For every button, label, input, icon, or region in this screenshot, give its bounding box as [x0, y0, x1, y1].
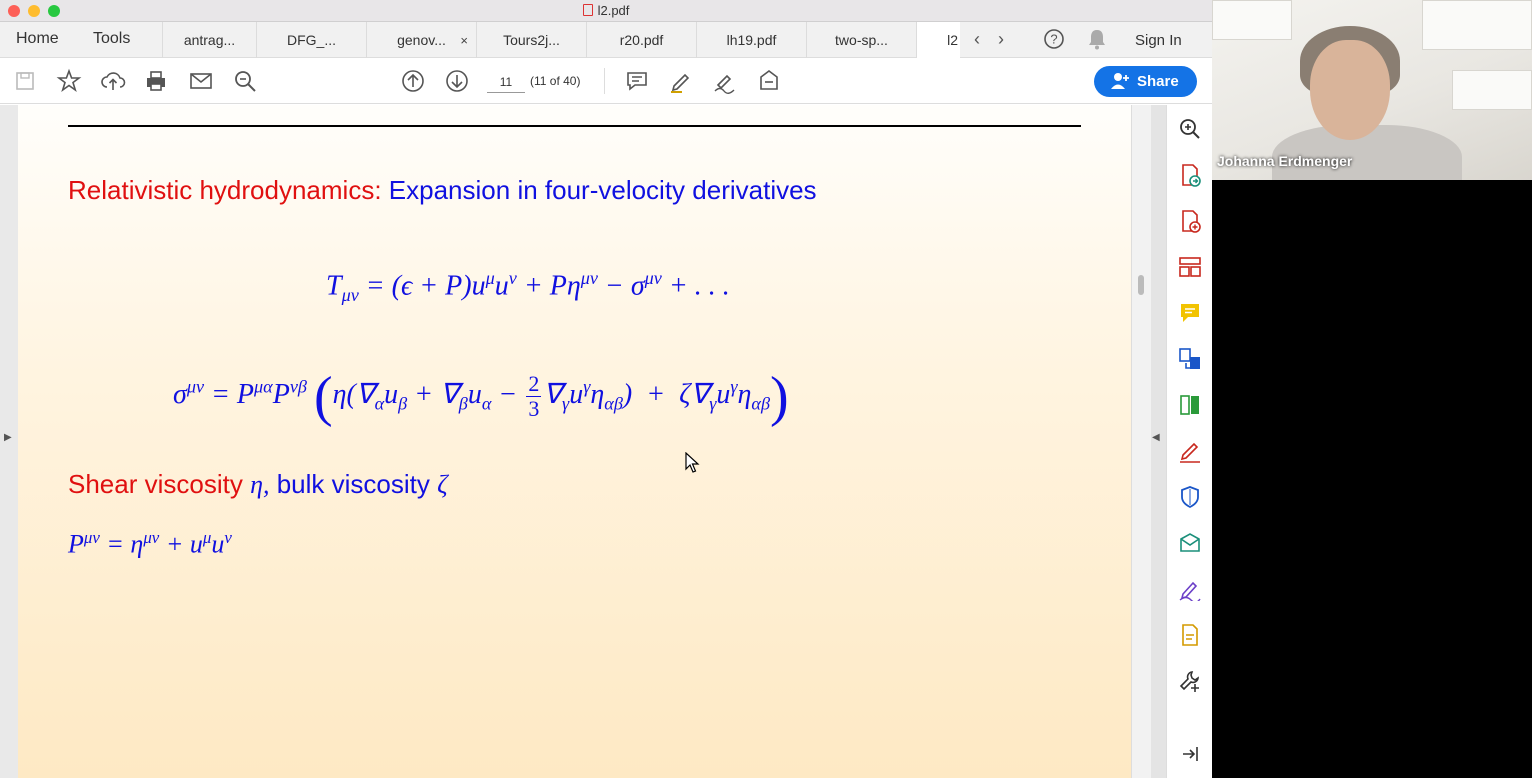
organize-pages-icon[interactable] [1178, 255, 1202, 279]
stress-tensor-equation: Tμν = (ϵ + P)uμuν + Pημν − σμν + . . . [326, 268, 730, 305]
tools-tab[interactable]: Tools [93, 30, 130, 48]
doc-tab[interactable]: r20.pdf [586, 22, 696, 58]
save-icon[interactable] [12, 68, 38, 94]
home-tab[interactable]: Home [16, 30, 59, 48]
notifications-bell-icon[interactable] [1087, 28, 1107, 55]
heading-part-blue: Expansion in four-velocity derivatives [388, 175, 817, 205]
toolbar: 11 (11 of 40) Share [0, 58, 1212, 104]
doc-tab-label: r20.pdf [619, 32, 664, 48]
doc-tab[interactable]: Tours2j... [476, 22, 586, 58]
doc-tab[interactable]: antrag... [162, 22, 256, 58]
export-pdf-icon[interactable] [1178, 163, 1202, 187]
eta-symbol: η, [250, 470, 270, 499]
title-rule [68, 125, 1081, 127]
tab-scroll-left-icon[interactable]: ‹ [974, 29, 980, 50]
help-icon[interactable]: ? [1043, 28, 1065, 55]
page-count: (11 of 40) [530, 74, 581, 88]
email-icon[interactable] [188, 68, 214, 94]
page-number-input[interactable]: 11 [487, 71, 525, 93]
doc-tab-active[interactable]: genov... × [366, 22, 476, 58]
highlight-pen-icon[interactable] [668, 68, 694, 94]
doc-tab-label: genov... [397, 32, 446, 48]
pdf-viewer-window: l2.pdf Home Tools antrag... DFG_... geno… [0, 0, 1212, 778]
send-for-signature-icon[interactable] [1178, 531, 1202, 555]
ceiling-panel [1212, 0, 1292, 40]
doc-tab[interactable]: two-sp... [806, 22, 916, 58]
participant-name: Johanna Erdmenger [1217, 153, 1353, 169]
page-down-icon[interactable] [444, 68, 470, 94]
create-pdf-icon[interactable] [1178, 209, 1202, 233]
share-button[interactable]: Share [1094, 66, 1197, 97]
right-tools-panel [1166, 105, 1212, 778]
comment-icon[interactable] [1178, 301, 1202, 325]
print-icon[interactable] [143, 68, 169, 94]
zoom-search-icon[interactable] [232, 68, 258, 94]
shear-viscosity-label: Shear viscosity [68, 469, 243, 499]
zeta-symbol: ζ [437, 470, 448, 499]
pdf-page: Relativistic hydrodynamics: Expansion in… [18, 105, 1131, 778]
edit-pdf-icon[interactable] [1178, 577, 1202, 603]
scrollbar-thumb[interactable] [1138, 275, 1144, 295]
page-up-icon[interactable] [400, 68, 426, 94]
collapse-right-panel-icon[interactable]: ◀ [1152, 432, 1160, 443]
stamp-icon[interactable] [756, 68, 782, 94]
zoom-icon[interactable] [1178, 117, 1202, 141]
document-area: ▶ Relativistic hydrodynamics: Expansion … [0, 105, 1166, 778]
more-tools-icon[interactable] [1178, 623, 1202, 647]
ceiling-panel [1452, 70, 1532, 110]
vertical-scrollbar[interactable] [1131, 105, 1151, 778]
doc-tab-current[interactable]: l2 [916, 22, 960, 58]
sign-icon[interactable] [712, 68, 738, 94]
toolbar-divider [604, 68, 605, 94]
projector-equation: Pμν = ημν + uμuν [68, 528, 232, 559]
doc-tab-label: two-sp... [835, 32, 888, 48]
doc-tab[interactable]: lh19.pdf [696, 22, 806, 58]
doc-tab-label: Tours2j... [503, 32, 560, 48]
doc-tab-label: antrag... [183, 32, 236, 48]
sign-in-button[interactable]: Sign In [1135, 32, 1182, 49]
doc-tab-label: DFG_... [286, 32, 336, 48]
pdf-file-icon [582, 4, 593, 16]
doc-tab-label: lh19.pdf [726, 32, 777, 48]
window-title: l2.pdf [0, 3, 1212, 18]
combine-files-icon[interactable] [1178, 347, 1202, 371]
tab-scroll-right-icon[interactable]: › [998, 29, 1004, 50]
doc-tab-label: l2 [947, 32, 958, 48]
compare-icon[interactable] [1178, 393, 1202, 417]
mouse-pointer-icon [685, 452, 700, 473]
bookmark-star-icon[interactable] [56, 68, 82, 94]
close-tab-icon[interactable]: × [460, 22, 468, 59]
fill-sign-icon[interactable] [1178, 439, 1202, 463]
doc-tab[interactable]: DFG_... [256, 22, 366, 58]
heading-part-red: Relativistic hydrodynamics: [68, 175, 382, 205]
add-person-icon [1109, 66, 1131, 108]
upload-icon[interactable] [100, 68, 126, 94]
bulk-viscosity-label: bulk viscosity [276, 469, 430, 499]
svg-text:?: ? [1050, 32, 1057, 47]
tab-bar: Home Tools antrag... DFG_... genov... × T… [0, 22, 1212, 58]
slide-heading: Relativistic hydrodynamics: Expansion in… [68, 175, 817, 206]
comment-icon[interactable] [624, 68, 650, 94]
webcam-video: Johanna Erdmenger [1212, 0, 1532, 180]
expand-left-panel-icon[interactable]: ▶ [4, 432, 12, 443]
protect-icon[interactable] [1178, 485, 1202, 509]
title-bar: l2.pdf [0, 0, 1212, 22]
participant-face [1310, 40, 1390, 140]
shear-tensor-equation: σμν = PμαPνβ (η(∇αuβ + ∇βuα − 2 3 ∇γuγηαβ)… [173, 366, 789, 428]
tools-icon[interactable] [1178, 669, 1202, 693]
viscosity-line: Shear viscosity η, bulk viscosity ζ [68, 469, 448, 500]
collapse-panel-icon[interactable] [1178, 742, 1202, 766]
ceiling-panel [1422, 0, 1532, 50]
